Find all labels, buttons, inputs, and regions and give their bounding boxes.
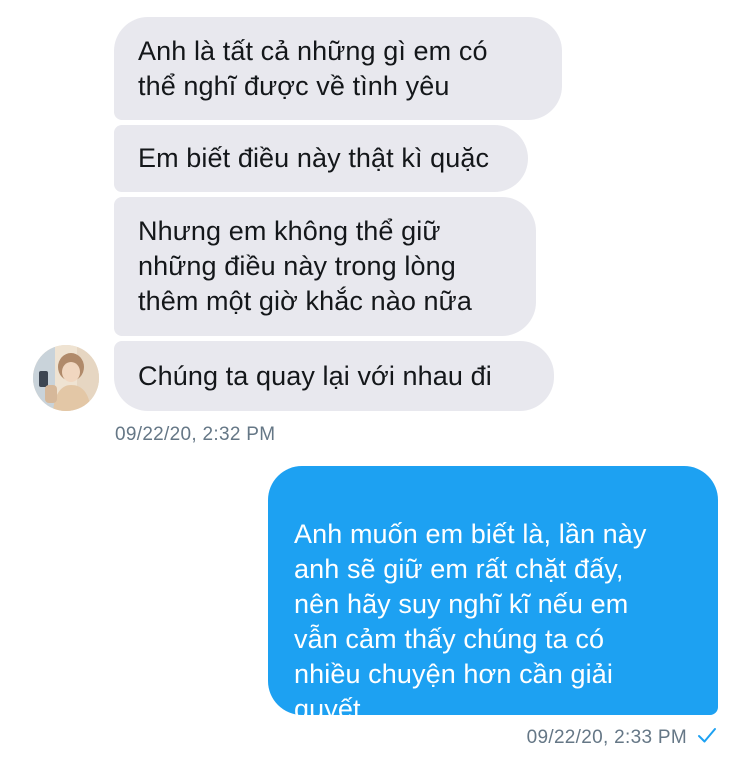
outgoing-message[interactable]: Anh muốn em biết là, lần này anh sẽ giữ …	[268, 466, 718, 724]
contact-avatar[interactable]	[33, 345, 99, 411]
incoming-message[interactable]: Anh là tất cả những gì em có thể nghĩ đư…	[114, 17, 562, 120]
message-text: Chúng ta quay lại với nhau đi	[138, 360, 492, 391]
incoming-message[interactable]: Em biết điều này thật kì quặc	[114, 125, 528, 192]
message-text: Anh muốn em biết là, lần này anh sẽ giữ …	[294, 519, 647, 724]
message-text: Anh là tất cả những gì em có thể nghĩ đư…	[138, 35, 488, 101]
message-text: Em biết điều này thật kì quặc	[138, 143, 490, 173]
message-timestamp: 09/22/20, 2:32 PM	[115, 424, 276, 445]
incoming-message[interactable]: Chúng ta quay lại với nhau đi	[114, 341, 554, 411]
message-text: Nhưng em không thể giữ những điều này tr…	[138, 216, 472, 316]
incoming-message[interactable]: Nhưng em không thể giữ những điều này tr…	[114, 197, 536, 336]
checkmark-icon	[698, 728, 716, 743]
avatar-icon	[33, 345, 99, 411]
message-timestamp: 09/22/20, 2:33 PM	[526, 727, 687, 748]
